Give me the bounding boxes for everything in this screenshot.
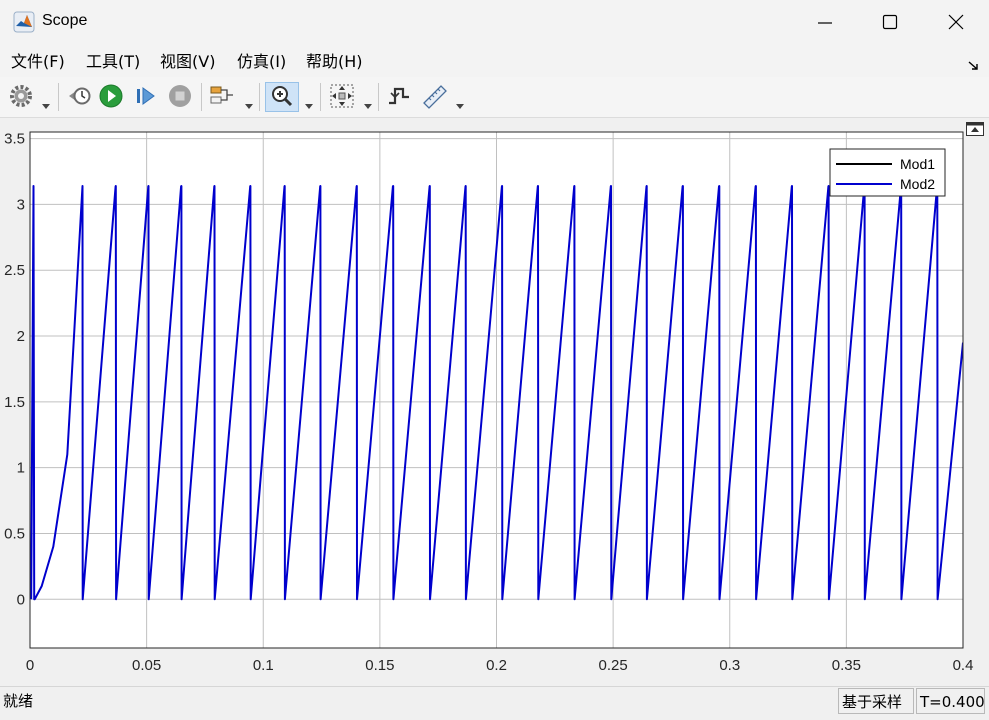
menu-help[interactable]: 帮助(H): [304, 50, 365, 74]
legend-label: Mod1: [900, 156, 935, 172]
y-tick-label: 1.5: [4, 394, 25, 411]
dock-arrow-icon[interactable]: [968, 56, 980, 75]
signal-selector-dropdown-icon[interactable]: [245, 94, 253, 109]
step-back-icon[interactable]: [65, 83, 91, 109]
y-tick-label: 0.5: [4, 525, 25, 542]
x-tick-label: 0.3: [719, 657, 740, 674]
sample-mode-indicator: 基于采样: [838, 688, 914, 714]
undock-icon[interactable]: [966, 121, 984, 136]
x-tick-label: 0.35: [832, 657, 861, 674]
stop-icon[interactable]: [167, 83, 193, 109]
run-icon[interactable]: [98, 83, 124, 109]
matlab-icon: [13, 11, 35, 33]
minimize-icon: [818, 22, 832, 24]
toolbar-separator: [320, 83, 321, 111]
menu-view[interactable]: 视图(V): [158, 50, 217, 74]
x-tick-label: 0.4: [953, 657, 974, 674]
minimize-button[interactable]: [792, 0, 858, 46]
x-tick-label: 0.15: [365, 657, 394, 674]
status-text: 就绪: [3, 692, 34, 710]
signal-selector-icon[interactable]: [208, 83, 234, 109]
x-tick-label: 0.25: [599, 657, 628, 674]
window-title: Scope: [42, 12, 88, 29]
y-tick-label: 3.5: [4, 131, 25, 148]
toolbar-separator: [259, 83, 260, 111]
measurements-icon[interactable]: [421, 83, 447, 109]
close-button[interactable]: [923, 0, 989, 46]
toolbar-separator: [378, 83, 379, 111]
menu-bar: [0, 46, 989, 77]
measurements-dropdown-icon[interactable]: [456, 94, 464, 109]
y-tick-label: 0: [17, 591, 25, 608]
y-tick-label: 2: [17, 328, 25, 345]
toolbar-separator: [58, 83, 59, 111]
zoom-dropdown-icon[interactable]: [305, 94, 313, 109]
maximize-icon: [882, 14, 898, 30]
scope-plot[interactable]: 0 0.05 0.1 0.15 0.2 0.25 0.3 0.35 0.4 0 0.5 1 1.5 2 2.…: [0, 118, 989, 686]
y-tick-label: 1: [17, 460, 25, 477]
x-tick-label: 0.05: [132, 657, 161, 674]
close-icon: [948, 14, 964, 30]
triggers-icon[interactable]: [386, 83, 412, 109]
y-tick-label: 2.5: [4, 262, 25, 279]
x-tick-label: 0: [26, 657, 34, 674]
legend-label: Mod2: [900, 176, 935, 192]
legend[interactable]: Mod1 Mod2: [829, 148, 946, 197]
maximize-button[interactable]: [857, 0, 923, 46]
step-forward-icon[interactable]: [133, 83, 159, 109]
menu-file[interactable]: 文件(F): [9, 50, 67, 74]
x-tick-label: 0.2: [486, 657, 507, 674]
settings-dropdown-icon[interactable]: [42, 94, 50, 109]
menu-simulation[interactable]: 仿真(I): [235, 50, 288, 74]
toolbar-separator: [201, 83, 202, 111]
simulation-time: T=0.400: [916, 688, 985, 714]
y-tick-label: 3: [17, 196, 25, 213]
autoscale-dropdown-icon[interactable]: [364, 94, 372, 109]
menu-tools[interactable]: 工具(T): [84, 50, 142, 74]
x-tick-label: 0.1: [253, 657, 274, 674]
zoom-in-icon[interactable]: [269, 83, 295, 109]
autoscale-icon[interactable]: [329, 83, 355, 109]
settings-gear-icon[interactable]: [8, 83, 34, 109]
